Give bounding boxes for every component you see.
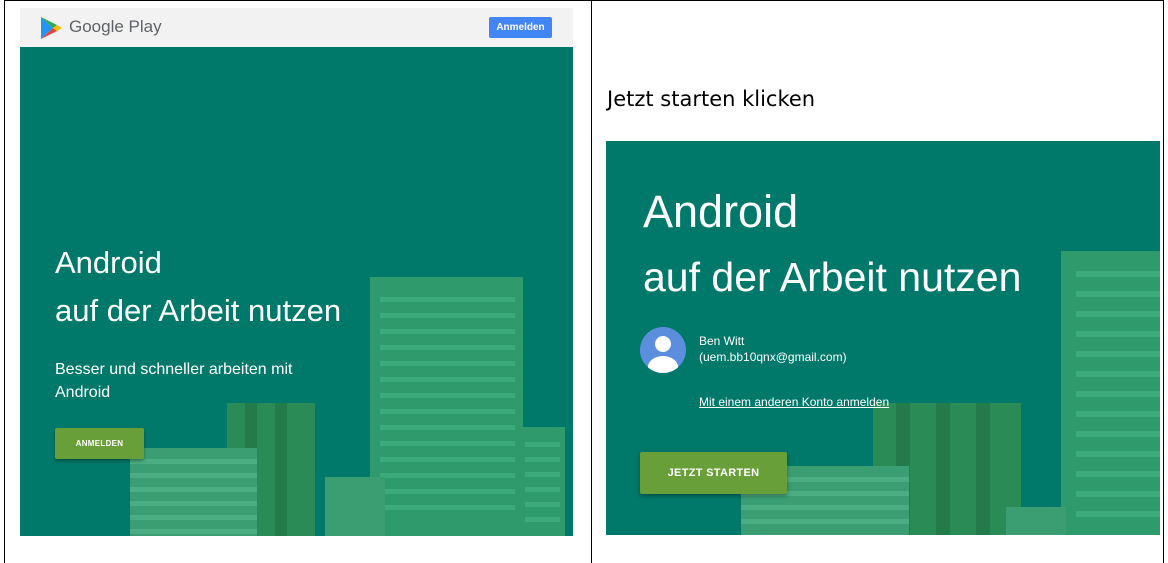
table-border-left bbox=[4, 0, 5, 563]
jetzt-starten-button[interactable]: JETZT STARTEN bbox=[640, 452, 787, 494]
hero-title-line1: Android bbox=[643, 186, 799, 237]
account-name: Ben Witt bbox=[699, 334, 745, 348]
avatar bbox=[640, 327, 686, 373]
account-email: (uem.bb10qnx@gmail.com) bbox=[699, 350, 847, 364]
anmelden-button[interactable]: ANMELDEN bbox=[55, 428, 144, 459]
hero-section: Android auf der Arbeit nutzen Besser und… bbox=[20, 47, 573, 536]
table-border-right bbox=[1163, 0, 1164, 563]
brand-name: Google Play bbox=[69, 17, 162, 36]
person-icon bbox=[648, 336, 678, 373]
city-illustration bbox=[130, 277, 565, 536]
hero-title-line2: auf der Arbeit nutzen bbox=[643, 254, 1022, 300]
header-signin-button[interactable]: Anmelden bbox=[489, 17, 552, 38]
other-account-link[interactable]: Mit einem anderen Konto anmelden bbox=[699, 395, 889, 409]
table-border-top bbox=[4, 0, 1164, 1]
left-screenshot: Google Play Anmelden Android auf der Arb… bbox=[20, 8, 573, 536]
table-border-middle bbox=[591, 0, 592, 563]
right-screenshot: Android auf der Arbeit nutzen Ben Witt (… bbox=[606, 141, 1160, 535]
hero-title-line1: Android bbox=[55, 245, 162, 280]
google-play-icon bbox=[41, 17, 62, 39]
instruction-text: Jetzt starten klicken bbox=[607, 87, 816, 111]
google-play-header: Google Play Anmelden bbox=[20, 8, 573, 47]
hero-title-line2: auf der Arbeit nutzen bbox=[55, 293, 342, 328]
hero-subtitle: Besser und schneller arbeiten mit Androi… bbox=[55, 361, 293, 401]
